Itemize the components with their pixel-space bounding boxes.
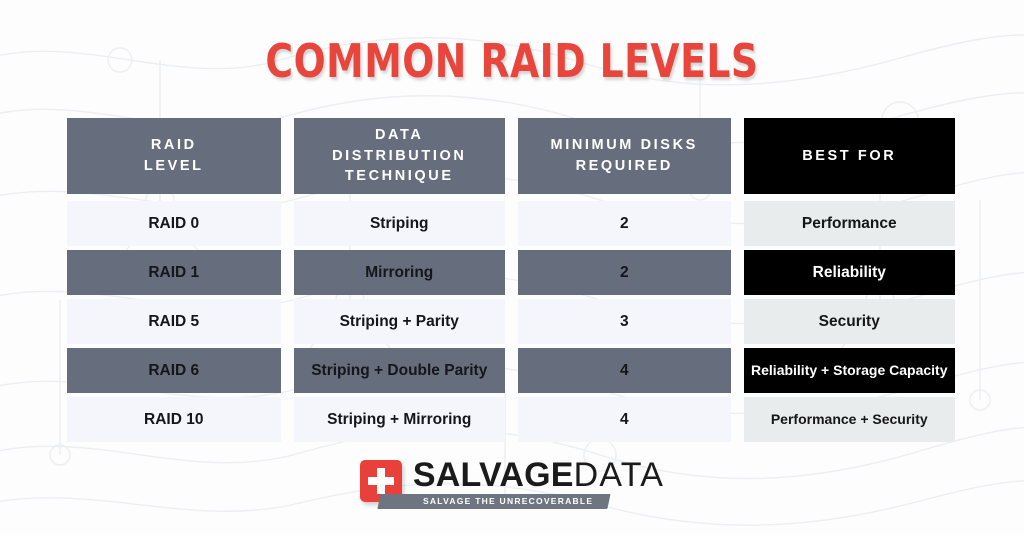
cell-raid-level: RAID 0 (67, 201, 281, 246)
column-header-raid-level-line1: RAID (150, 137, 197, 154)
table-header-row: RAID LEVEL DATA DISTRIBUTION TECHNIQUE M… (67, 118, 955, 194)
column-header-best-for-label: BEST FOR (802, 147, 897, 164)
column-header-minimum-disks-required: MINIMUM DISKS REQUIRED (518, 118, 731, 194)
cell-distribution: Striping + Mirroring (293, 397, 505, 442)
brand-tagline-text: SALVAGE THE UNRECOVERABLE (422, 495, 594, 506)
cell-raid-level: RAID 1 (67, 250, 281, 295)
cell-best-for: Reliability + Storage Capacity (743, 348, 955, 393)
cell-best-for: Performance + Security (743, 397, 955, 442)
column-header-min-disks-line2: REQUIRED (575, 158, 673, 174)
cell-min-disks: 3 (518, 299, 731, 344)
cell-best-for: Reliability (743, 250, 955, 295)
table-row: RAID 5 Striping + Parity 3 Security (67, 299, 955, 344)
cell-distribution: Striping + Parity (293, 299, 505, 344)
column-header-min-disks-line1: MINIMUM DISKS (550, 137, 698, 154)
column-header-raid-level: RAID LEVEL (67, 118, 281, 194)
cell-min-disks: 4 (518, 397, 731, 442)
cell-min-disks: 4 (518, 348, 731, 393)
table-row: RAID 6 Striping + Double Parity 4 Reliab… (67, 348, 955, 393)
column-header-distribution-line1: DATA (374, 127, 424, 144)
cell-min-disks: 2 (518, 201, 731, 246)
brand-word-data: DATA (573, 456, 665, 494)
cell-distribution: Mirroring (293, 250, 505, 295)
cell-best-for: Security (743, 299, 955, 344)
brand-tagline: SALVAGE THE UNRECOVERABLE (377, 493, 611, 508)
brand-logo: SALVAGEDATA SALVAGE THE UNRECOVERABLE (0, 458, 1024, 508)
column-header-best-for: BEST FOR (743, 118, 955, 194)
cell-distribution: Striping + Double Parity (293, 348, 505, 393)
cell-distribution: Striping (293, 201, 505, 246)
table-row: RAID 1 Mirroring 2 Reliability (67, 250, 955, 295)
column-header-distribution-line2: DISTRIBUTION (332, 147, 467, 164)
brand-word-salvage: SALVAGE (412, 456, 574, 494)
column-header-data-distribution-technique: DATA DISTRIBUTION TECHNIQUE (293, 118, 505, 194)
cell-min-disks: 2 (518, 250, 731, 295)
raid-levels-table: RAID LEVEL DATA DISTRIBUTION TECHNIQUE M… (67, 118, 955, 446)
cell-raid-level: RAID 6 (67, 348, 281, 393)
infographic-canvas: COMMON RAID LEVELS RAID LEVEL DATA DISTR… (0, 0, 1024, 535)
cell-raid-level: RAID 5 (67, 299, 281, 344)
table-row: RAID 0 Striping 2 Performance (67, 201, 955, 246)
cell-raid-level: RAID 10 (67, 397, 281, 442)
brand-wordmark: SALVAGEDATA (413, 458, 664, 492)
column-header-distribution-line3: TECHNIQUE (344, 168, 454, 185)
column-header-raid-level-line2: LEVEL (143, 158, 204, 174)
page-title: COMMON RAID LEVELS (265, 34, 759, 88)
cell-best-for: Performance (743, 201, 955, 246)
table-row: RAID 10 Striping + Mirroring 4 Performan… (67, 397, 955, 442)
